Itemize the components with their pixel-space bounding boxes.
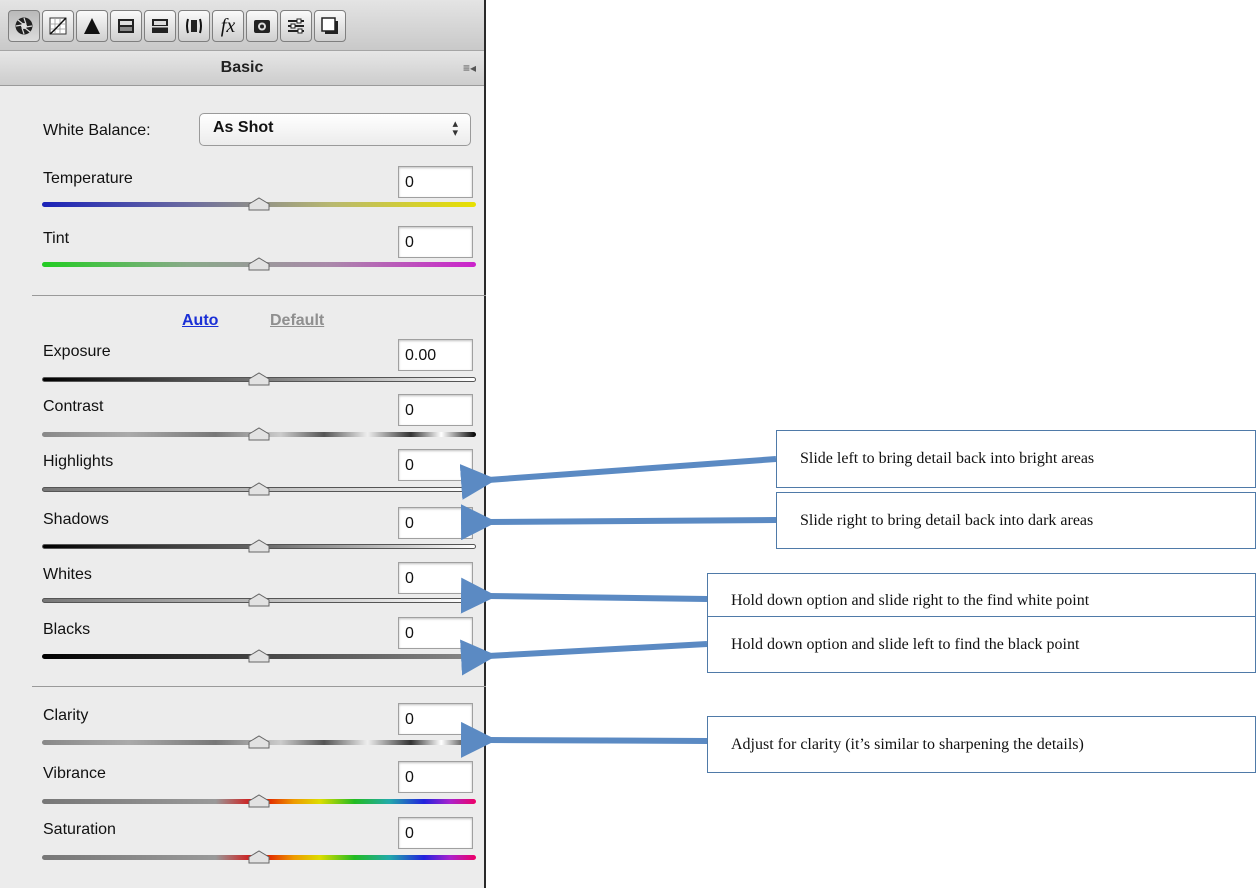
shadows-arrow: [460, 504, 777, 541]
highlights-callout: Slide left to bring detail back into bri…: [776, 430, 1256, 488]
shadows-callout: Slide right to bring detail back into da…: [776, 492, 1256, 549]
blacks-callout: Hold down option and slide left to find …: [707, 616, 1256, 673]
blacks-arrow: [460, 639, 708, 676]
highlights-arrow: [459, 456, 777, 500]
whites-arrow: [460, 577, 708, 614]
clarity-callout: Adjust for clarity (it’s similar to shar…: [707, 716, 1256, 773]
clarity-arrow: [460, 721, 708, 758]
